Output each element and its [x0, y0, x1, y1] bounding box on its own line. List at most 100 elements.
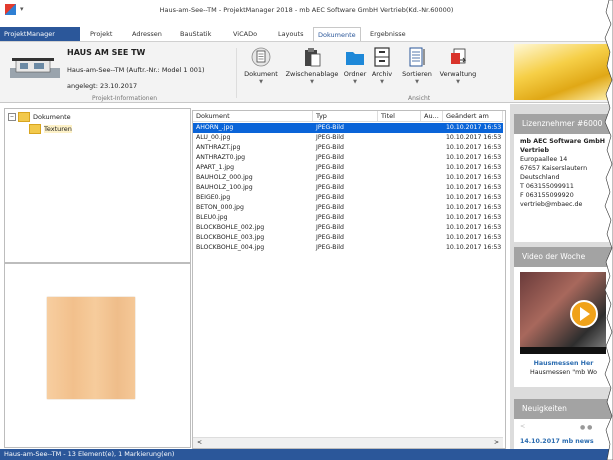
main-area: − Dokumente Texturen Dokument Typ Titel A… — [0, 104, 613, 449]
cell-typ: JPEG-Bild — [316, 214, 344, 221]
column-header-titel[interactable]: Titel — [378, 111, 421, 122]
table-row[interactable]: BETON_000.jpg JPEG-Bild 10.10.2017 16:53 — [193, 203, 503, 213]
video-caption: Hausmessen "mb Wo — [529, 369, 598, 376]
tree-item-dokumente[interactable]: − Dokumente — [8, 112, 71, 122]
table-row[interactable]: AHORN_.jpg JPEG-Bild 10.10.2017 16:53 — [193, 123, 503, 133]
cell-geaendert: 10.10.2017 16:53 — [446, 184, 502, 191]
table-row[interactable]: BLOCKBOHLE_004.jpg JPEG-Bild 10.10.2017 16… — [193, 243, 503, 253]
news-item[interactable]: 14.10.2017 mb news — [520, 437, 607, 446]
chevron-down-icon: ▼ — [456, 79, 460, 85]
tab-projekt[interactable]: Projekt — [86, 27, 116, 41]
info-panel: Lizenznehmer #6000 mb AEC Software GmbH … — [510, 104, 613, 449]
cell-geaendert: 10.10.2017 16:53 — [446, 124, 502, 131]
cell-typ: JPEG-Bild — [316, 154, 344, 161]
cell-geaendert: 10.10.2017 16:53 — [446, 244, 502, 251]
folder-icon — [18, 112, 30, 122]
table-row[interactable]: BLOCKBOHLE_002.jpg JPEG-Bild 10.10.2017 16… — [193, 223, 503, 233]
tab-vicado[interactable]: ViCADo — [229, 27, 261, 41]
tree-item-texturen[interactable]: Texturen — [29, 124, 72, 134]
archiv-button-label: Archiv — [371, 70, 393, 78]
sortieren-button[interactable]: Sortieren ▼ — [399, 46, 435, 96]
project-info-group-label: Projekt-Informationen — [92, 95, 158, 102]
chevron-down-icon: ▼ — [259, 79, 263, 85]
video-thumbnail[interactable] — [520, 272, 606, 354]
banner-image — [514, 44, 613, 100]
cell-typ: JPEG-Bild — [316, 204, 344, 211]
verwaltung-button[interactable]: Verwaltung ▼ — [438, 46, 478, 96]
cell-dokument: BEIGE0.jpg — [196, 194, 231, 201]
ribbon-tabs: ProjektManager Projekt Adressen BauStati… — [0, 27, 613, 42]
chevron-down-icon: ▼ — [380, 79, 384, 85]
sortieren-button-label: Sortieren — [402, 70, 432, 78]
cell-dokument: ANTHRAZT0.jpg — [196, 154, 246, 161]
ordner-button[interactable]: Ordner ▼ — [341, 46, 369, 96]
news-card: < ● ● 14.10.2017 mb news — [514, 419, 613, 449]
table-row[interactable]: ANTHRAZT0.jpg JPEG-Bild 10.10.2017 16:53 — [193, 153, 503, 163]
cell-dokument: BLOCKBOHLE_004.jpg — [196, 244, 265, 251]
texture-preview-image — [47, 297, 135, 399]
tab-ergebnisse[interactable]: Ergebnisse — [366, 27, 410, 41]
table-row[interactable]: ALU_00.jpg JPEG-Bild 10.10.2017 16:53 — [193, 133, 503, 143]
document-table: Dokument Typ Titel Au... Geändert am AHO… — [192, 110, 506, 449]
cell-dokument: BETON_000.jpg — [196, 204, 244, 211]
cell-typ: JPEG-Bild — [316, 244, 344, 251]
license-card-header: Lizenznehmer #6000 — [514, 114, 613, 134]
scroll-right-icon[interactable]: > — [494, 439, 499, 446]
column-header-geaendert[interactable]: Geändert am — [443, 111, 503, 122]
cell-dokument: BLEU0.jpg — [196, 214, 228, 221]
tab-baustatik[interactable]: BauStatik — [176, 27, 215, 41]
cell-typ: JPEG-Bild — [316, 194, 344, 201]
table-row[interactable]: BLOCKBOHLE_003.jpg JPEG-Bild 10.10.2017 16… — [193, 233, 503, 243]
tab-layouts[interactable]: Layouts — [274, 27, 307, 41]
cell-geaendert: 10.10.2017 16:53 — [446, 234, 502, 241]
video-card-header: Video der Woche — [514, 247, 613, 267]
archiv-button[interactable]: Archiv ▼ — [369, 46, 395, 96]
news-prev-icon[interactable]: < — [520, 423, 525, 430]
license-line: T 063155099911 — [520, 183, 574, 190]
dokument-button[interactable]: Dokument ▼ — [240, 46, 282, 96]
table-row[interactable]: BAUHOLZ_100.jpg JPEG-Bild 10.10.2017 16:53 — [193, 183, 503, 193]
torn-edge-decoration — [604, 0, 613, 460]
folder-icon — [29, 124, 41, 134]
video-card: Hausmessen Her Hausmessen "mb Wo — [514, 267, 613, 387]
scroll-left-icon[interactable]: < — [197, 439, 202, 446]
table-row[interactable]: BEIGE0.jpg JPEG-Bild 10.10.2017 16:53 — [193, 193, 503, 203]
sort-icon — [409, 47, 425, 67]
tab-dokumente[interactable]: Dokumente — [313, 27, 361, 42]
management-icon — [451, 48, 467, 64]
cell-geaendert: 10.10.2017 16:53 — [446, 134, 502, 141]
cell-typ: JPEG-Bild — [316, 184, 344, 191]
table-row[interactable]: BAUHOLZ_000.jpg JPEG-Bild 10.10.2017 16:53 — [193, 173, 503, 183]
license-line: 67657 Kaiserslautern — [520, 165, 588, 172]
tab-adressen[interactable]: Adressen — [128, 27, 166, 41]
cell-typ: JPEG-Bild — [316, 224, 344, 231]
column-header-dokument[interactable]: Dokument — [193, 111, 313, 122]
carousel-dots-icon[interactable]: ● ● — [580, 423, 592, 432]
video-controls[interactable] — [520, 347, 606, 354]
column-header-typ[interactable]: Typ — [313, 111, 378, 122]
table-row[interactable]: BLEU0.jpg JPEG-Bild 10.10.2017 16:53 — [193, 213, 503, 223]
cell-dokument: BLOCKBOHLE_003.jpg — [196, 234, 265, 241]
cell-geaendert: 10.10.2017 16:53 — [446, 164, 502, 171]
ordner-button-label: Ordner — [343, 70, 367, 78]
cell-typ: JPEG-Bild — [316, 174, 344, 181]
cell-dokument: APART_1.jpg — [196, 164, 234, 171]
horizontal-scrollbar[interactable]: < > — [193, 437, 503, 448]
column-header-autor[interactable]: Au... — [421, 111, 443, 122]
table-row[interactable]: ANTHRAZT.jpg JPEG-Bild 10.10.2017 16:53 — [193, 143, 503, 153]
title-bar: ▾ Haus-am-See--TM - ProjektManager 2018 … — [0, 0, 613, 20]
license-line: vertrieb@mbaec.de — [520, 201, 583, 208]
play-icon[interactable] — [570, 300, 598, 328]
table-row[interactable]: APART_1.jpg JPEG-Bild 10.10.2017 16:53 — [193, 163, 503, 173]
ribbon-separator — [236, 48, 237, 98]
cell-geaendert: 10.10.2017 16:53 — [446, 214, 502, 221]
cell-geaendert: 10.10.2017 16:53 — [446, 154, 502, 161]
collapse-icon[interactable]: − — [8, 113, 16, 121]
license-line: Vertrieb — [520, 147, 549, 154]
cell-dokument: AHORN_.jpg — [196, 124, 234, 131]
video-link[interactable]: Hausmessen Her — [520, 359, 607, 368]
cell-geaendert: 10.10.2017 16:53 — [446, 224, 502, 231]
tab-projektmanager[interactable]: ProjektManager — [0, 27, 80, 41]
zwischenablage-button[interactable]: Zwischenablage ▼ — [283, 46, 341, 96]
cell-dokument: BAUHOLZ_100.jpg — [196, 184, 253, 191]
